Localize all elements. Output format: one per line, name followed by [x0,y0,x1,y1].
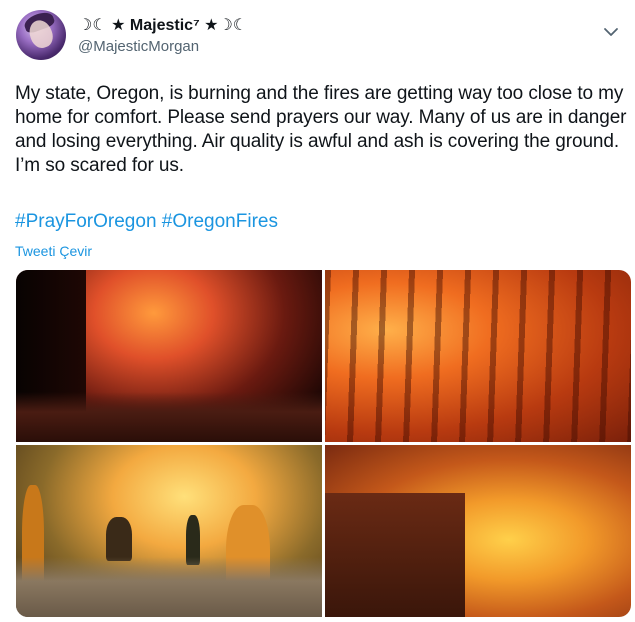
wildfire-photo-forest-road[interactable] [16,270,322,442]
hashtag-row: #PrayForOregon #OregonFires [15,211,278,233]
avatar[interactable] [16,10,66,60]
wildfire-photo-burning-building[interactable] [325,445,631,617]
wildfire-photo-firefighters[interactable] [16,445,322,617]
hashtag-link[interactable]: #PrayForOregon [15,211,157,232]
wildfire-photo-burning-forest[interactable] [325,270,631,442]
display-name[interactable]: ☽☾ ★ Majestic⁷ ★☽☾ [78,15,247,35]
translate-tweet-link[interactable]: Tweeti Çevir [15,243,92,259]
hashtag-link[interactable]: #OregonFires [162,211,278,232]
chevron-down-icon[interactable] [601,22,621,42]
media-grid [16,270,631,617]
tweet-text: My state, Oregon, is burning and the fir… [15,83,627,176]
user-handle[interactable]: @MajesticMorgan [78,38,199,55]
